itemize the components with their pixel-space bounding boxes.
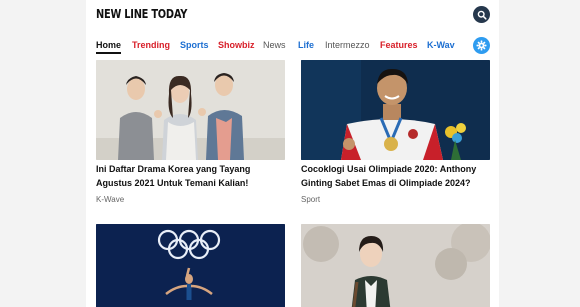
article-card[interactable]: Ini Daftar Drama Korea yang Tayang Agust… — [96, 60, 285, 210]
site-logo[interactable]: NEW LINE TODAY — [96, 6, 187, 22]
nav-item-kwave[interactable]: K-Wav — [427, 40, 455, 51]
nav-item-showbiz[interactable]: Showbiz — [218, 40, 255, 51]
nav-item-home[interactable]: Home — [96, 40, 122, 54]
article-title[interactable]: Cocoklogi Usai Olimpiade 2020: Anthony G… — [301, 162, 490, 190]
search-icon — [477, 10, 487, 20]
settings-button[interactable] — [473, 37, 490, 54]
gear-icon — [476, 40, 487, 51]
search-button[interactable] — [473, 6, 490, 23]
article-image[interactable] — [301, 224, 490, 307]
article-card[interactable] — [96, 224, 285, 307]
drama-cast-photo — [96, 60, 285, 160]
article-image[interactable] — [96, 224, 285, 307]
article-card[interactable]: Cocoklogi Usai Olimpiade 2020: Anthony G… — [301, 60, 490, 210]
article-title[interactable]: Ini Daftar Drama Korea yang Tayang Agust… — [96, 162, 285, 190]
olympic-diver-photo — [96, 224, 285, 307]
student-actor-photo — [301, 224, 490, 307]
athlete-medal-photo — [301, 60, 490, 160]
nav-item-trending[interactable]: Trending — [132, 40, 170, 51]
nav-item-life[interactable]: Life — [298, 40, 314, 51]
nav-item-intermezzo[interactable]: Intermezzo — [325, 40, 370, 51]
nav-item-news[interactable]: News — [263, 40, 286, 51]
article-image[interactable] — [301, 60, 490, 160]
nav-item-sports[interactable]: Sports — [180, 40, 209, 51]
article-category[interactable]: K-Wave — [96, 195, 124, 204]
nav-item-features[interactable]: Features — [380, 40, 418, 51]
article-image[interactable] — [96, 60, 285, 160]
article-category[interactable]: Sport — [301, 195, 320, 204]
page: NEW LINE TODAY Home Trending Sports Show… — [86, 0, 499, 307]
article-card[interactable] — [301, 224, 490, 307]
